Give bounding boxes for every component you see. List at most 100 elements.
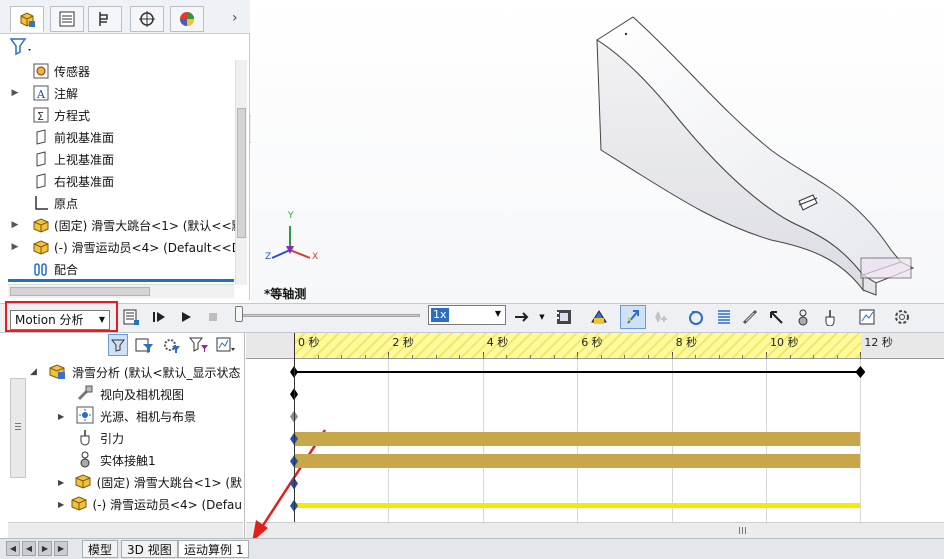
timeline-minor-tick <box>317 355 319 359</box>
gravity-icon <box>76 428 96 449</box>
prev-tab-arrow-icon[interactable]: ◀ <box>22 541 36 556</box>
results-plots-button[interactable] <box>857 307 877 327</box>
slider-thumb[interactable] <box>235 306 243 322</box>
stop-button[interactable] <box>203 307 223 327</box>
motion-tree-row-view-camera[interactable]: 视向及相机视图 <box>0 383 242 405</box>
feature-tree: 传感器 ▶ A 注解 Σ 方程式 前视基准面 上视基准面 右视基准面 原点 ▶ … <box>8 59 244 280</box>
motion-tree-row-contact[interactable]: 实体接触1 <box>0 449 242 471</box>
damper-button[interactable] <box>740 307 760 327</box>
playback-slider[interactable] <box>236 314 420 317</box>
playback-mode-button[interactable] <box>512 307 532 327</box>
timeline-scrollbar[interactable] <box>246 522 944 538</box>
timeline-minor-tick <box>789 355 791 359</box>
chevron-right-icon[interactable]: › <box>232 10 238 26</box>
play-button[interactable] <box>176 307 196 327</box>
timeline-tick-label: 2 秒 <box>392 336 414 349</box>
tree-item-sensors[interactable]: 传感器 <box>8 60 90 82</box>
playback-mode-dropdown[interactable]: ▼ <box>536 307 548 327</box>
part-icon <box>70 494 88 515</box>
expand-arrow-icon[interactable]: ▶ <box>58 500 70 509</box>
configuration-manager-tab[interactable] <box>88 6 122 32</box>
tree-vertical-scrollbar[interactable] <box>235 60 247 285</box>
display-manager-tab[interactable] <box>170 6 204 32</box>
tree-item-annotations[interactable]: ▶ A 注解 <box>8 82 78 104</box>
tree-item-right-plane[interactable]: 右视基准面 <box>8 170 114 192</box>
timeline-track-line[interactable] <box>294 502 861 508</box>
timeline-minor-tick <box>813 355 815 359</box>
next-tab-arrow-icon[interactable]: ▶ <box>38 541 52 556</box>
tree-item-equations[interactable]: Σ 方程式 <box>8 104 90 126</box>
motion-tree-scrollbar[interactable] <box>10 378 26 478</box>
view-orientation-label: *等轴测 <box>264 287 307 301</box>
rollback-bar[interactable] <box>8 279 234 282</box>
motion-tree-row-skier[interactable]: ▶ (-) 滑雪运动员<4> (Defau <box>0 493 242 515</box>
graphics-viewport[interactable]: Y X Z <box>251 0 944 303</box>
sensor-icon <box>32 62 50 80</box>
timeline-gridline <box>860 359 862 524</box>
save-animation-button[interactable] <box>554 307 574 327</box>
property-manager-tab[interactable] <box>50 6 84 32</box>
playback-speed-select[interactable]: 1x ▼ <box>428 305 506 325</box>
scroll-thumb[interactable] <box>10 287 150 296</box>
add-key-icon <box>655 311 667 323</box>
contact-button[interactable] <box>793 307 813 327</box>
add-key-button[interactable] <box>651 307 671 327</box>
motion-tree-row-study[interactable]: ◢ 滑雪分析 (默认<默认_显示状态 <box>0 361 242 383</box>
tree-item-front-plane[interactable]: 前视基准面 <box>8 126 114 148</box>
animation-wizard-button[interactable] <box>589 307 609 327</box>
motion-tree-row-lights[interactable]: ▶ 光源、相机与布景 <box>0 405 242 427</box>
play-from-start-button[interactable] <box>149 307 169 327</box>
tree-item-mates[interactable]: 配合 <box>8 258 78 280</box>
expand-down-icon[interactable]: ◢ <box>30 367 48 377</box>
scroll-thumb[interactable] <box>237 108 246 238</box>
mates-icon <box>32 260 50 278</box>
motion-tree-row-gravity[interactable]: 引力 <box>0 427 242 449</box>
dimxpert-tab[interactable] <box>130 6 164 32</box>
tree-item-top-plane[interactable]: 上视基准面 <box>8 148 114 170</box>
axis-triad <box>271 226 311 259</box>
part-icon <box>74 472 92 493</box>
tree-plot-icon <box>216 337 235 352</box>
timeline-track-bar[interactable] <box>294 454 861 469</box>
expand-arrow-icon[interactable]: ▶ <box>8 88 22 98</box>
filter-selected-button[interactable] <box>162 336 182 357</box>
spring-button[interactable] <box>714 307 734 327</box>
motion-tree-row-ski-jump[interactable]: ▶ (固定) 滑雪大跳台<1> (默 <box>0 471 242 493</box>
motor-button[interactable] <box>686 307 706 327</box>
tree-item-ski-jump[interactable]: ▶ (固定) 滑雪大跳台<1> (默认<<默 <box>8 214 244 236</box>
grip-icon <box>15 423 21 424</box>
expand-arrow-icon[interactable]: ▶ <box>8 220 22 230</box>
collapse-tree-button[interactable] <box>216 336 236 357</box>
timeline-minor-tick <box>577 355 579 359</box>
filter-results-button[interactable] <box>188 336 209 357</box>
autokey-button[interactable] <box>620 305 646 329</box>
calculate-button[interactable] <box>121 307 141 327</box>
timeline-minor-tick <box>412 355 413 359</box>
tab-model[interactable]: 模型 <box>82 540 119 558</box>
first-tab-arrow-icon[interactable]: ◀ <box>6 541 20 556</box>
time-bar[interactable] <box>294 333 295 522</box>
timeline-track-bar[interactable] <box>294 431 861 446</box>
filter-icon <box>9 38 31 56</box>
last-tab-arrow-icon[interactable]: ▶ <box>54 541 68 556</box>
expand-arrow-icon[interactable]: ▶ <box>58 412 76 421</box>
tree-item-origin[interactable]: 原点 <box>8 192 78 214</box>
equation-icon: Σ <box>32 106 50 124</box>
motion-tree-hscroll[interactable] <box>8 522 243 538</box>
tree-item-skier[interactable]: ▶ (-) 滑雪运动员<4> (Default<<D <box>8 236 241 258</box>
tab-motion-study-1[interactable]: 运动算例 1 <box>178 540 250 558</box>
tree-filter[interactable] <box>8 36 246 58</box>
filter-driving-icon <box>135 338 153 353</box>
tree-horizontal-scrollbar[interactable] <box>8 284 234 298</box>
feature-manager-tab[interactable] <box>10 6 44 32</box>
filter-driving-button[interactable] <box>135 336 155 357</box>
timeline-minor-tick <box>600 355 602 359</box>
filter-animated-button[interactable] <box>108 334 128 356</box>
study-properties-button[interactable] <box>892 307 912 327</box>
expand-arrow-icon[interactable]: ▶ <box>8 242 22 252</box>
gravity-button[interactable] <box>820 307 840 327</box>
stop-icon <box>209 313 217 321</box>
force-button[interactable] <box>766 307 786 327</box>
expand-arrow-icon[interactable]: ▶ <box>58 478 74 487</box>
tab-3d-view[interactable]: 3D 视图 <box>121 540 178 558</box>
